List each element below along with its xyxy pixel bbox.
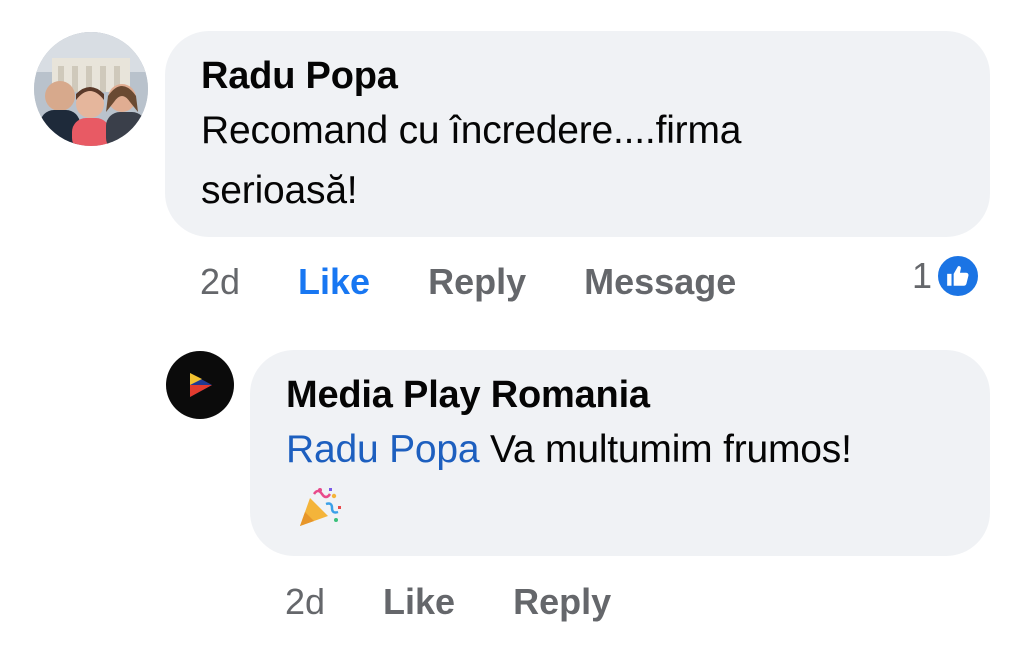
comment-text: Recomand cu încredere....firma serioasă!: [201, 109, 742, 212]
reply-text: Radu Popa Va multumim frumos!: [286, 420, 906, 548]
reply-author[interactable]: Media Play Romania: [286, 372, 954, 418]
page-avatar[interactable]: [166, 351, 234, 419]
reply-reply-button[interactable]: Reply: [513, 581, 611, 623]
reply-actions: 2d Like Reply: [285, 578, 669, 626]
reply-like-button[interactable]: Like: [383, 581, 455, 623]
reply-timestamp[interactable]: 2d: [285, 581, 325, 623]
reply-bubble: Media Play Romania Radu Popa Va multumim…: [250, 350, 990, 556]
comment-author[interactable]: Radu Popa: [201, 53, 954, 99]
avatar-photo: [34, 32, 148, 146]
play-logo-icon: [190, 373, 212, 397]
thumbs-up-icon: [936, 254, 981, 298]
reply-message: Va multumim frumos!: [490, 428, 852, 471]
mention-link[interactable]: Radu Popa: [286, 428, 480, 471]
message-button[interactable]: Message: [584, 261, 736, 303]
reaction-count: 1: [912, 255, 933, 296]
comment-thread: Radu Popa Recomand cu încredere....firma…: [0, 0, 1024, 661]
avatar[interactable]: [34, 32, 148, 146]
reaction-summary[interactable]: 1: [912, 252, 981, 300]
reply-button[interactable]: Reply: [428, 261, 526, 303]
comment-actions: 2d Like Reply Message: [200, 258, 736, 306]
party-popper-icon: [296, 484, 342, 548]
like-button[interactable]: Like: [298, 261, 370, 303]
comment-bubble: Radu Popa Recomand cu încredere....firma…: [165, 31, 990, 237]
comment-timestamp[interactable]: 2d: [200, 261, 240, 303]
